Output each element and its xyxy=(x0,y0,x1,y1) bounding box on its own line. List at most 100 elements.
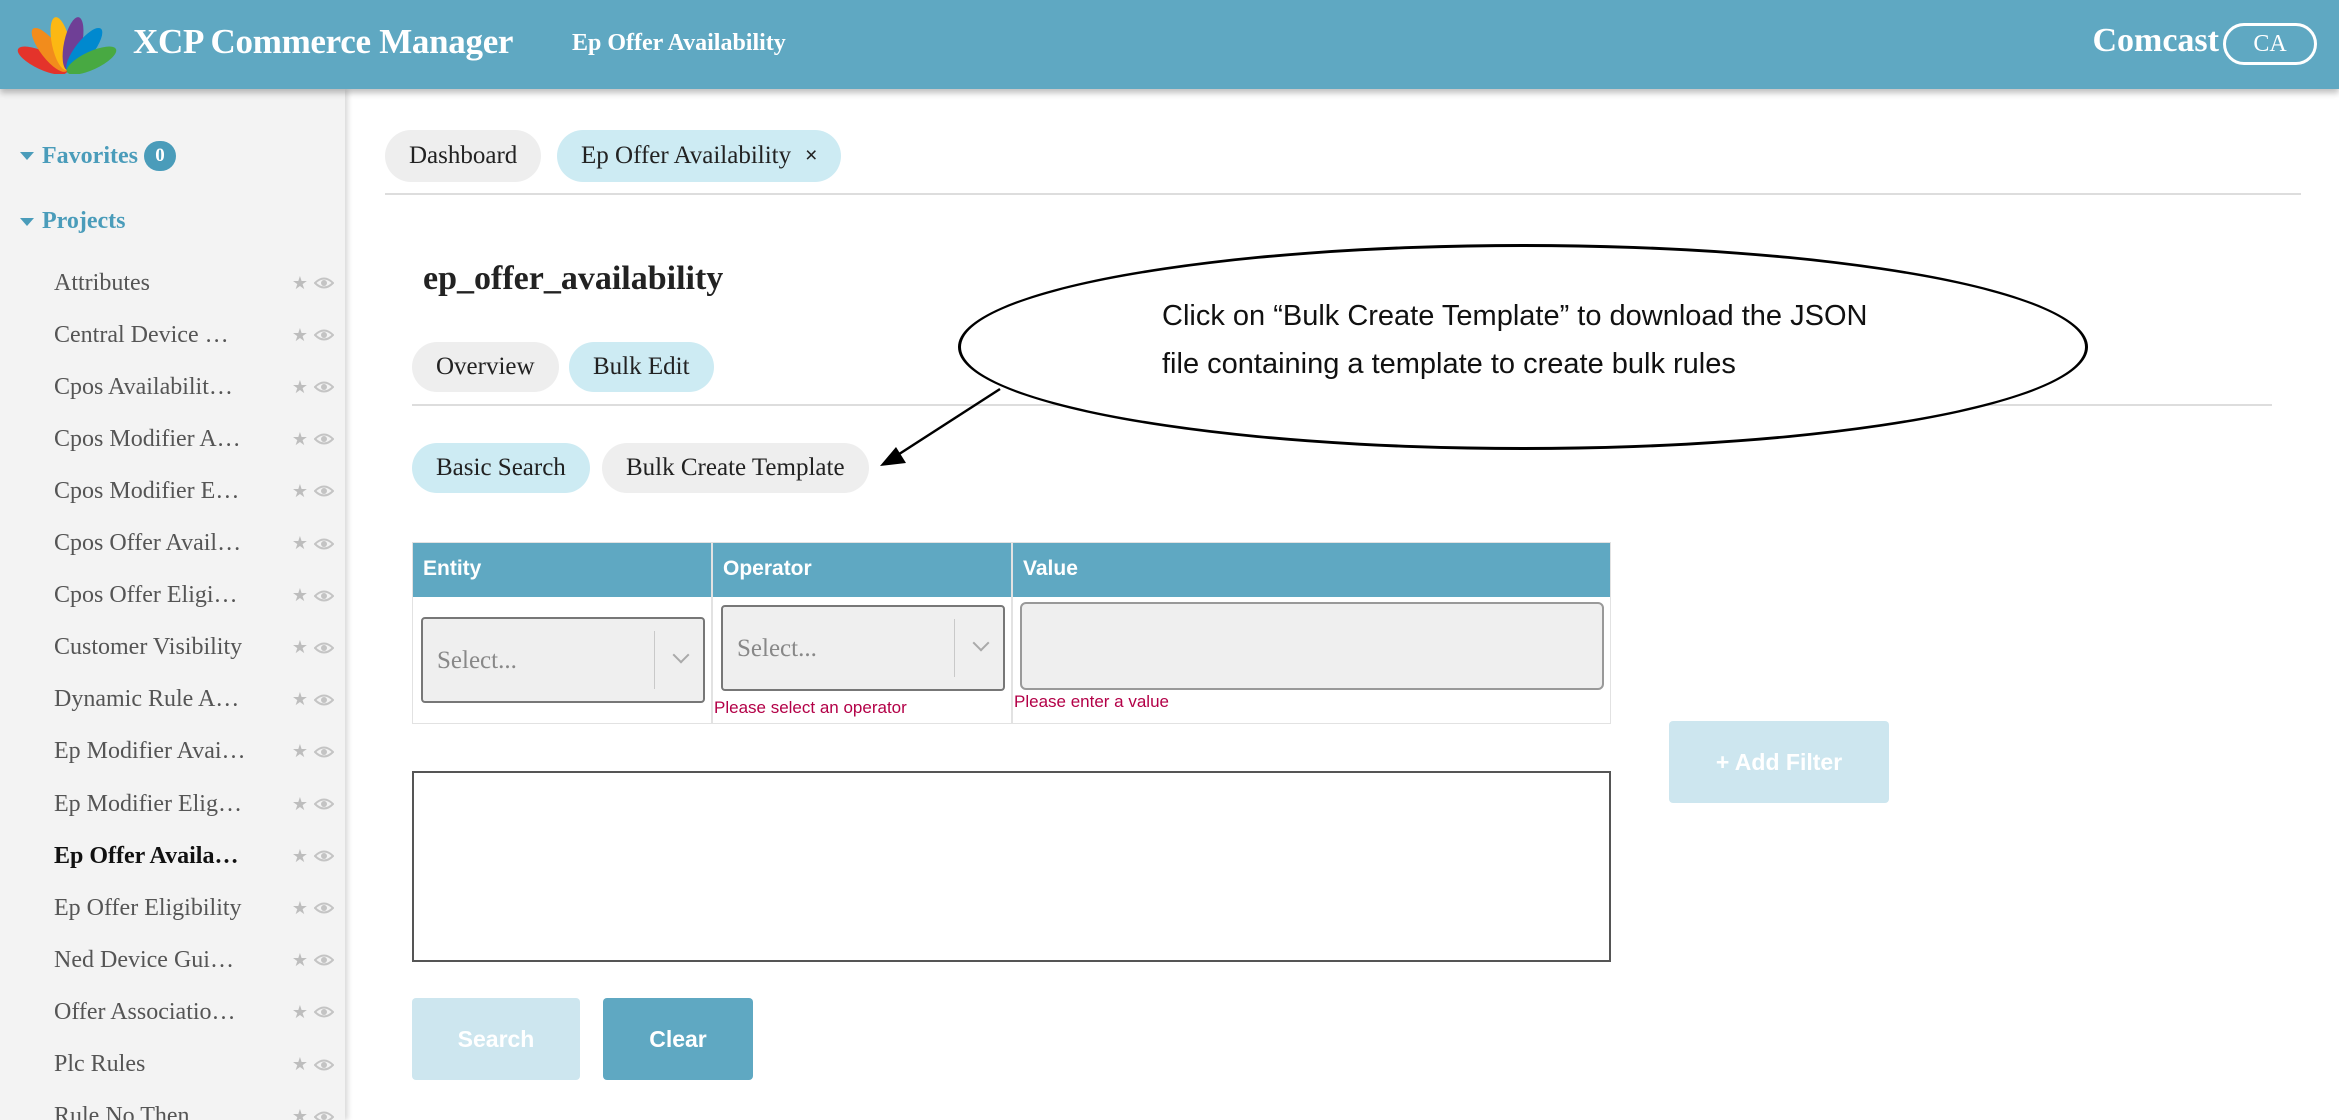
sidebar-project-item[interactable]: Cpos Offer Avail… ★ xyxy=(54,524,334,564)
sidebar-project-item[interactable]: Ned Device Gui… ★ xyxy=(54,940,334,980)
projects-toggle[interactable]: Projects xyxy=(20,208,126,235)
sidebar-project-actions: ★ xyxy=(292,325,334,346)
sidebar-project-item[interactable]: Attributes ★ xyxy=(54,263,334,303)
eye-icon[interactable] xyxy=(314,328,334,342)
tab-dashboard[interactable]: Dashboard xyxy=(385,130,542,182)
eye-icon[interactable] xyxy=(314,745,334,759)
operator-select[interactable]: Select... xyxy=(721,605,1005,691)
eye-icon[interactable] xyxy=(314,484,334,498)
sidebar-project-item[interactable]: Rule No Then ★ xyxy=(54,1097,334,1120)
sidebar-project-label: Plc Rules xyxy=(54,1051,146,1077)
eye-icon[interactable] xyxy=(314,641,334,655)
star-icon[interactable]: ★ xyxy=(292,898,308,919)
eye-icon[interactable] xyxy=(314,276,334,290)
user-avatar[interactable]: CA xyxy=(2223,23,2317,65)
sidebar-project-item[interactable]: Offer Associatio… ★ xyxy=(54,992,334,1032)
star-icon[interactable]: ★ xyxy=(292,429,308,450)
operator-select-placeholder: Select... xyxy=(737,635,817,662)
tab-bulk-edit[interactable]: Bulk Edit xyxy=(569,342,714,392)
eye-icon[interactable] xyxy=(314,1005,334,1019)
entity-select[interactable]: Select... xyxy=(421,617,705,703)
eye-icon[interactable] xyxy=(314,380,334,394)
clear-button[interactable]: Clear xyxy=(603,998,753,1080)
sidebar-project-item[interactable]: Customer Visibility ★ xyxy=(54,628,334,668)
star-icon[interactable]: ★ xyxy=(292,637,308,658)
tab-overview[interactable]: Overview xyxy=(412,342,559,392)
column-divider xyxy=(1011,543,1013,723)
search-button[interactable]: Search xyxy=(412,998,580,1080)
sidebar-project-item[interactable]: Cpos Modifier A… ★ xyxy=(54,419,334,459)
page-breadcrumb: Ep Offer Availability xyxy=(572,30,786,56)
star-icon[interactable]: ★ xyxy=(292,325,308,346)
add-filter-button[interactable]: + Add Filter xyxy=(1669,721,1889,803)
eye-icon[interactable] xyxy=(314,589,334,603)
eye-icon[interactable] xyxy=(314,901,334,915)
sidebar-project-item[interactable]: Dynamic Rule A… ★ xyxy=(54,680,334,720)
sidebar-project-actions: ★ xyxy=(292,377,334,398)
sidebar-project-actions: ★ xyxy=(292,1106,334,1120)
bulk-create-template-button[interactable]: Bulk Create Template xyxy=(602,443,869,493)
star-icon[interactable]: ★ xyxy=(292,377,308,398)
caret-down-icon xyxy=(20,217,34,226)
chevron-down-icon[interactable] xyxy=(972,634,990,652)
star-icon[interactable]: ★ xyxy=(292,950,308,971)
star-icon[interactable]: ★ xyxy=(292,585,308,606)
sidebar-project-item[interactable]: Ep Modifier Avai… ★ xyxy=(54,732,334,772)
star-icon[interactable]: ★ xyxy=(292,481,308,502)
sidebar-project-actions: ★ xyxy=(292,846,334,867)
sidebar-project-item[interactable]: Cpos Offer Eligi… ★ xyxy=(54,576,334,616)
basic-search-button[interactable]: Basic Search xyxy=(412,443,590,493)
sidebar-project-label: Customer Visibility xyxy=(54,634,243,661)
sidebar-project-label: Cpos Offer Avail… xyxy=(54,530,242,556)
tab-dashboard-label: Dashboard xyxy=(409,142,518,169)
select-separator xyxy=(654,631,655,689)
sidebar-project-actions: ★ xyxy=(292,794,334,815)
sidebar-project-label: Ned Device Gui… xyxy=(54,946,234,973)
tab-ep-offer-availability[interactable]: Ep Offer Availability × xyxy=(557,130,842,182)
operator-error-message: Please select an operator xyxy=(714,698,907,717)
sidebar-project-actions: ★ xyxy=(292,637,334,658)
star-icon[interactable]: ★ xyxy=(292,1002,308,1023)
star-icon[interactable]: ★ xyxy=(292,794,308,815)
sidebar-project-item[interactable]: Cpos Modifier E… ★ xyxy=(54,471,334,511)
sidebar-project-actions: ★ xyxy=(292,273,334,294)
star-icon[interactable]: ★ xyxy=(292,273,308,294)
sidebar-project-actions: ★ xyxy=(292,1054,334,1075)
bulk-create-template-label: Bulk Create Template xyxy=(626,454,845,481)
eye-icon[interactable] xyxy=(314,849,334,863)
star-icon[interactable]: ★ xyxy=(292,1054,308,1075)
eye-icon[interactable] xyxy=(314,1058,334,1072)
eye-icon[interactable] xyxy=(314,1110,334,1120)
eye-icon[interactable] xyxy=(314,693,334,707)
star-icon[interactable]: ★ xyxy=(292,846,308,867)
column-header-value: Value xyxy=(1023,557,1078,580)
eye-icon[interactable] xyxy=(314,797,334,811)
peacock-logo-icon[interactable] xyxy=(16,12,118,74)
favorites-toggle[interactable]: Favorites 0 xyxy=(20,141,176,171)
eye-icon[interactable] xyxy=(314,432,334,446)
query-textarea[interactable] xyxy=(412,771,1611,962)
sidebar-project-item[interactable]: Cpos Availabilit… ★ xyxy=(54,367,334,407)
star-icon[interactable]: ★ xyxy=(292,689,308,710)
eye-icon[interactable] xyxy=(314,537,334,551)
star-icon[interactable]: ★ xyxy=(292,533,308,554)
sidebar-project-item[interactable]: Ep Modifier Elig… ★ xyxy=(54,784,334,824)
sidebar-project-item[interactable]: Central Device … ★ xyxy=(54,315,334,355)
sidebar-project-label: Central Device … xyxy=(54,321,229,348)
star-icon[interactable]: ★ xyxy=(292,741,308,762)
sidebar: Favorites 0 Projects Attributes ★ Central … xyxy=(0,89,345,1120)
filter-table: Entity Operator Value Select... Select..… xyxy=(412,542,1611,724)
chevron-down-icon[interactable] xyxy=(672,646,690,664)
eye-icon[interactable] xyxy=(314,953,334,967)
projects-label: Projects xyxy=(42,208,126,234)
close-tab-icon[interactable]: × xyxy=(805,144,817,168)
app-title[interactable]: XCP Commerce Manager xyxy=(133,22,513,62)
sidebar-project-item[interactable]: Ep Offer Eligibility ★ xyxy=(54,888,334,928)
page-title: ep_offer_availability xyxy=(423,260,724,297)
basic-search-label: Basic Search xyxy=(436,454,566,481)
tab-overview-label: Overview xyxy=(436,353,535,380)
value-input[interactable] xyxy=(1020,602,1604,690)
sidebar-project-item[interactable]: Plc Rules ★ xyxy=(54,1045,334,1085)
star-icon[interactable]: ★ xyxy=(292,1106,308,1120)
sidebar-project-item[interactable]: Ep Offer Availa… ★ xyxy=(54,836,334,876)
